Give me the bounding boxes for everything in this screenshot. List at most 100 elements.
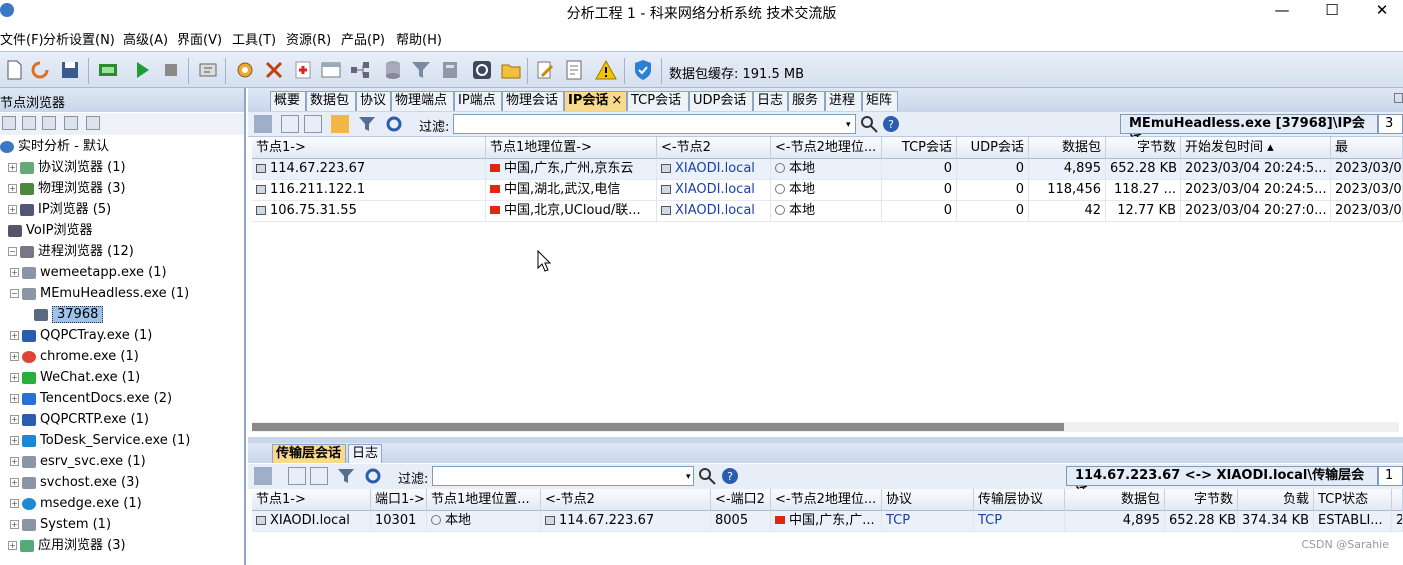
column-header[interactable]: 开始发包时间 ▴ bbox=[1181, 137, 1331, 159]
tree-tool-icon[interactable] bbox=[42, 116, 56, 130]
tree-expander-icon[interactable]: − bbox=[8, 247, 17, 256]
tree-item[interactable]: + 协议浏览器 (1) bbox=[8, 157, 126, 178]
storage-icon[interactable] bbox=[438, 58, 462, 82]
column-header[interactable]: 协议 bbox=[882, 489, 974, 511]
maximize-button[interactable]: ☐ bbox=[1309, 0, 1355, 22]
tab-4[interactable]: IP端点 bbox=[454, 91, 502, 111]
tab-5[interactable]: 物理会话 bbox=[502, 91, 564, 111]
tree-item[interactable]: − MEmuHeadless.exe (1) bbox=[10, 283, 189, 304]
menu-tools[interactable]: 工具(T) bbox=[232, 29, 276, 48]
menu-view[interactable]: 界面(V) bbox=[177, 29, 222, 48]
tab-3[interactable]: 物理端点 bbox=[391, 91, 454, 111]
tree-expander-icon[interactable]: + bbox=[8, 541, 17, 550]
column-header[interactable]: 数据包 bbox=[1065, 489, 1165, 511]
minimize-button[interactable]: — bbox=[1259, 0, 1305, 22]
start-icon[interactable] bbox=[130, 58, 154, 82]
panel-pin-icon[interactable] bbox=[1394, 93, 1403, 103]
column-header[interactable]: 字节数 bbox=[1165, 489, 1238, 511]
save-icon[interactable] bbox=[58, 58, 82, 82]
tree-item[interactable]: + msedge.exe (1) bbox=[10, 493, 142, 514]
column-header[interactable] bbox=[1392, 489, 1403, 511]
refresh-icon[interactable] bbox=[385, 115, 403, 133]
search-icon[interactable] bbox=[860, 115, 878, 133]
add-icon[interactable] bbox=[291, 58, 315, 82]
capture-adapter-icon[interactable] bbox=[96, 58, 120, 82]
menu-help[interactable]: 帮助(H) bbox=[396, 29, 442, 48]
folder-open-icon[interactable] bbox=[499, 58, 523, 82]
column-header[interactable]: TCP会话 bbox=[882, 137, 957, 159]
column-header[interactable]: 节点1地理位置... bbox=[427, 489, 541, 511]
tree-expander-icon[interactable]: + bbox=[10, 331, 19, 340]
tree-item[interactable]: + ToDesk_Service.exe (1) bbox=[10, 430, 190, 451]
tree-expander-icon[interactable]: + bbox=[8, 205, 17, 214]
filter-icon[interactable] bbox=[409, 58, 433, 82]
menu-analysis-settings[interactable]: 分析设置(N) bbox=[43, 29, 115, 48]
expand-all-icon[interactable] bbox=[288, 467, 306, 485]
menu-advanced[interactable]: 高级(A) bbox=[123, 29, 168, 48]
tab-10[interactable]: 服务 bbox=[788, 91, 825, 111]
tab-close-icon[interactable]: × bbox=[611, 93, 622, 108]
filter-settings-icon[interactable] bbox=[337, 467, 355, 485]
tree-expander-icon[interactable]: + bbox=[10, 415, 19, 424]
table-row[interactable]: 106.75.31.55 中国,北京,UCloud/联... XIAODI.loca… bbox=[252, 201, 1403, 222]
column-header[interactable]: <-节点2 bbox=[657, 137, 771, 159]
column-header[interactable]: 节点1地理位置-> bbox=[486, 137, 657, 159]
tree-expander-icon[interactable]: + bbox=[8, 163, 17, 172]
export-icon[interactable] bbox=[254, 467, 272, 485]
refresh-replay-icon[interactable] bbox=[470, 58, 494, 82]
column-header[interactable]: 负载 bbox=[1238, 489, 1314, 511]
column-header[interactable]: UDP会话 bbox=[957, 137, 1029, 159]
expand-all-icon[interactable] bbox=[281, 115, 299, 133]
table-row[interactable]: 114.67.223.67 中国,广东,广州,京东云 XIAODI.local 本地 0… bbox=[252, 159, 1403, 180]
table-row[interactable]: 116.211.122.1 中国,湖北,武汉,电信 XIAODI.local 本地 0 0… bbox=[252, 180, 1403, 201]
tools-icon[interactable] bbox=[262, 58, 286, 82]
database-icon[interactable] bbox=[381, 58, 405, 82]
filter-input[interactable] bbox=[453, 114, 856, 134]
column-header[interactable]: <-节点2 bbox=[541, 489, 711, 511]
tab-12[interactable]: 矩阵 bbox=[862, 91, 898, 111]
tree-expander-icon[interactable]: + bbox=[10, 436, 19, 445]
horizontal-scrollbar[interactable] bbox=[252, 422, 1399, 432]
tree-item[interactable]: VoIP浏览器 bbox=[8, 220, 93, 241]
collapse-all-icon[interactable] bbox=[304, 115, 322, 133]
tree-item[interactable]: 37968 bbox=[34, 304, 104, 325]
column-header[interactable]: 端口1-> bbox=[371, 489, 427, 511]
tree-expander-icon[interactable]: + bbox=[8, 184, 17, 193]
tab-2[interactable]: 协议 bbox=[356, 91, 391, 111]
shield-check-icon[interactable] bbox=[631, 58, 655, 82]
network-diagram-icon[interactable] bbox=[348, 58, 372, 82]
tree-expander-icon[interactable]: + bbox=[10, 352, 19, 361]
bottom-tab-1[interactable]: 日志 bbox=[348, 444, 382, 463]
tree-item[interactable]: + 应用浏览器 (3) bbox=[8, 535, 126, 556]
menu-product[interactable]: 产品(P) bbox=[341, 29, 385, 48]
bottom-tab-0[interactable]: 传输层会话 bbox=[272, 444, 346, 463]
tree-expander-icon[interactable]: + bbox=[10, 520, 19, 529]
tree-item[interactable]: + wemeetapp.exe (1) bbox=[10, 262, 167, 283]
column-header[interactable]: 最 bbox=[1331, 137, 1403, 159]
tree-tool-icon[interactable] bbox=[22, 116, 36, 130]
tree-expander-icon[interactable]: + bbox=[10, 457, 19, 466]
menu-resources[interactable]: 资源(R) bbox=[286, 29, 331, 48]
tree-item[interactable]: + WeChat.exe (1) bbox=[10, 367, 140, 388]
filter-dropdown-icon[interactable]: ▾ bbox=[846, 120, 851, 130]
tree-item[interactable]: + chrome.exe (1) bbox=[10, 346, 139, 367]
tree-item[interactable]: + TencentDocs.exe (2) bbox=[10, 388, 172, 409]
edit-notes-icon[interactable] bbox=[533, 58, 557, 82]
new-file-icon[interactable] bbox=[2, 58, 26, 82]
tab-8[interactable]: UDP会话 bbox=[689, 91, 753, 111]
tree-expander-icon[interactable]: + bbox=[10, 394, 19, 403]
tree-expander-icon[interactable]: + bbox=[10, 268, 19, 277]
tree-item[interactable]: + IP浏览器 (5) bbox=[8, 199, 111, 220]
column-header[interactable]: 节点1-> bbox=[252, 137, 486, 159]
column-header[interactable]: 数据包 bbox=[1029, 137, 1106, 159]
tree-item[interactable]: + 物理浏览器 (3) bbox=[8, 178, 126, 199]
tab-6[interactable]: IP会话 × bbox=[564, 91, 627, 111]
column-header[interactable]: <-端口2 bbox=[711, 489, 771, 511]
tree-expander-icon[interactable]: + bbox=[10, 499, 19, 508]
tree-item[interactable]: + esrv_svc.exe (1) bbox=[10, 451, 146, 472]
scrollbar-thumb[interactable] bbox=[252, 423, 1064, 431]
open-icon[interactable] bbox=[28, 58, 52, 82]
column-header[interactable]: <-节点2地理位... bbox=[771, 489, 882, 511]
help-icon[interactable]: ? bbox=[882, 115, 900, 133]
tab-11[interactable]: 进程 bbox=[825, 91, 862, 111]
